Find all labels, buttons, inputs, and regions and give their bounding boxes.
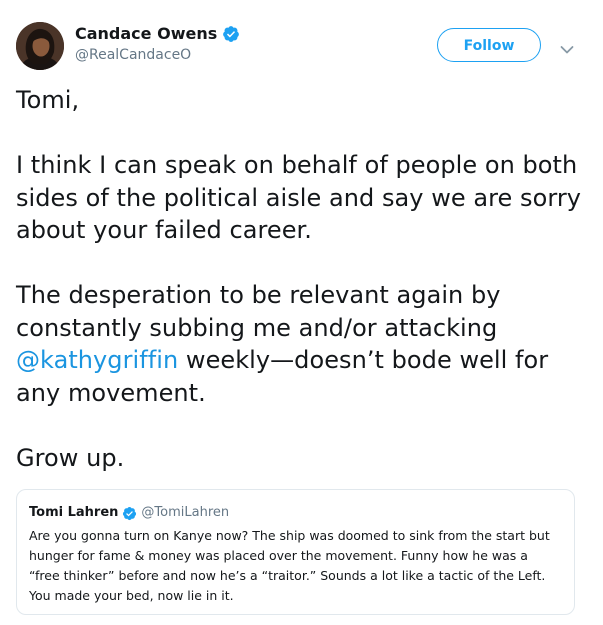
tweet-paragraph: Grow up.	[16, 443, 125, 472]
tweet-card: Candace Owens @RealCandaceO Follow Tomi,…	[0, 0, 603, 625]
quoted-tweet[interactable]: Tomi Lahren @TomiLahren Are you gonna tu…	[16, 489, 575, 615]
quoted-tweet-header: Tomi Lahren @TomiLahren	[29, 504, 562, 522]
tweet-text-segment: The desperation to be relevant again by …	[16, 281, 501, 342]
author-handle[interactable]: @RealCandaceO	[75, 47, 240, 63]
follow-button[interactable]: Follow	[437, 28, 541, 62]
tweet-text: Tomi, I think I can speak on behalf of p…	[16, 84, 596, 474]
verified-badge-icon	[222, 25, 240, 43]
tweet-paragraph: I think I can speak on behalf of people …	[16, 151, 581, 244]
mention-link[interactable]: @kathygriffin	[16, 346, 178, 374]
author-display-name[interactable]: Candace Owens	[75, 24, 217, 44]
author-block: Candace Owens @RealCandaceO	[75, 24, 240, 63]
chevron-down-icon[interactable]	[560, 40, 574, 54]
tweet-paragraph: Tomi,	[16, 86, 80, 114]
quoted-tweet-text: Are you gonna turn on Kanye now? The shi…	[29, 528, 550, 603]
quoted-author-handle: @TomiLahren	[141, 505, 230, 520]
avatar[interactable]	[16, 22, 64, 70]
tweet-paragraph: The desperation to be relevant again by …	[16, 279, 596, 409]
verified-badge-icon	[122, 506, 137, 521]
avatar-image	[16, 22, 64, 70]
quoted-author-name: Tomi Lahren	[29, 505, 119, 520]
